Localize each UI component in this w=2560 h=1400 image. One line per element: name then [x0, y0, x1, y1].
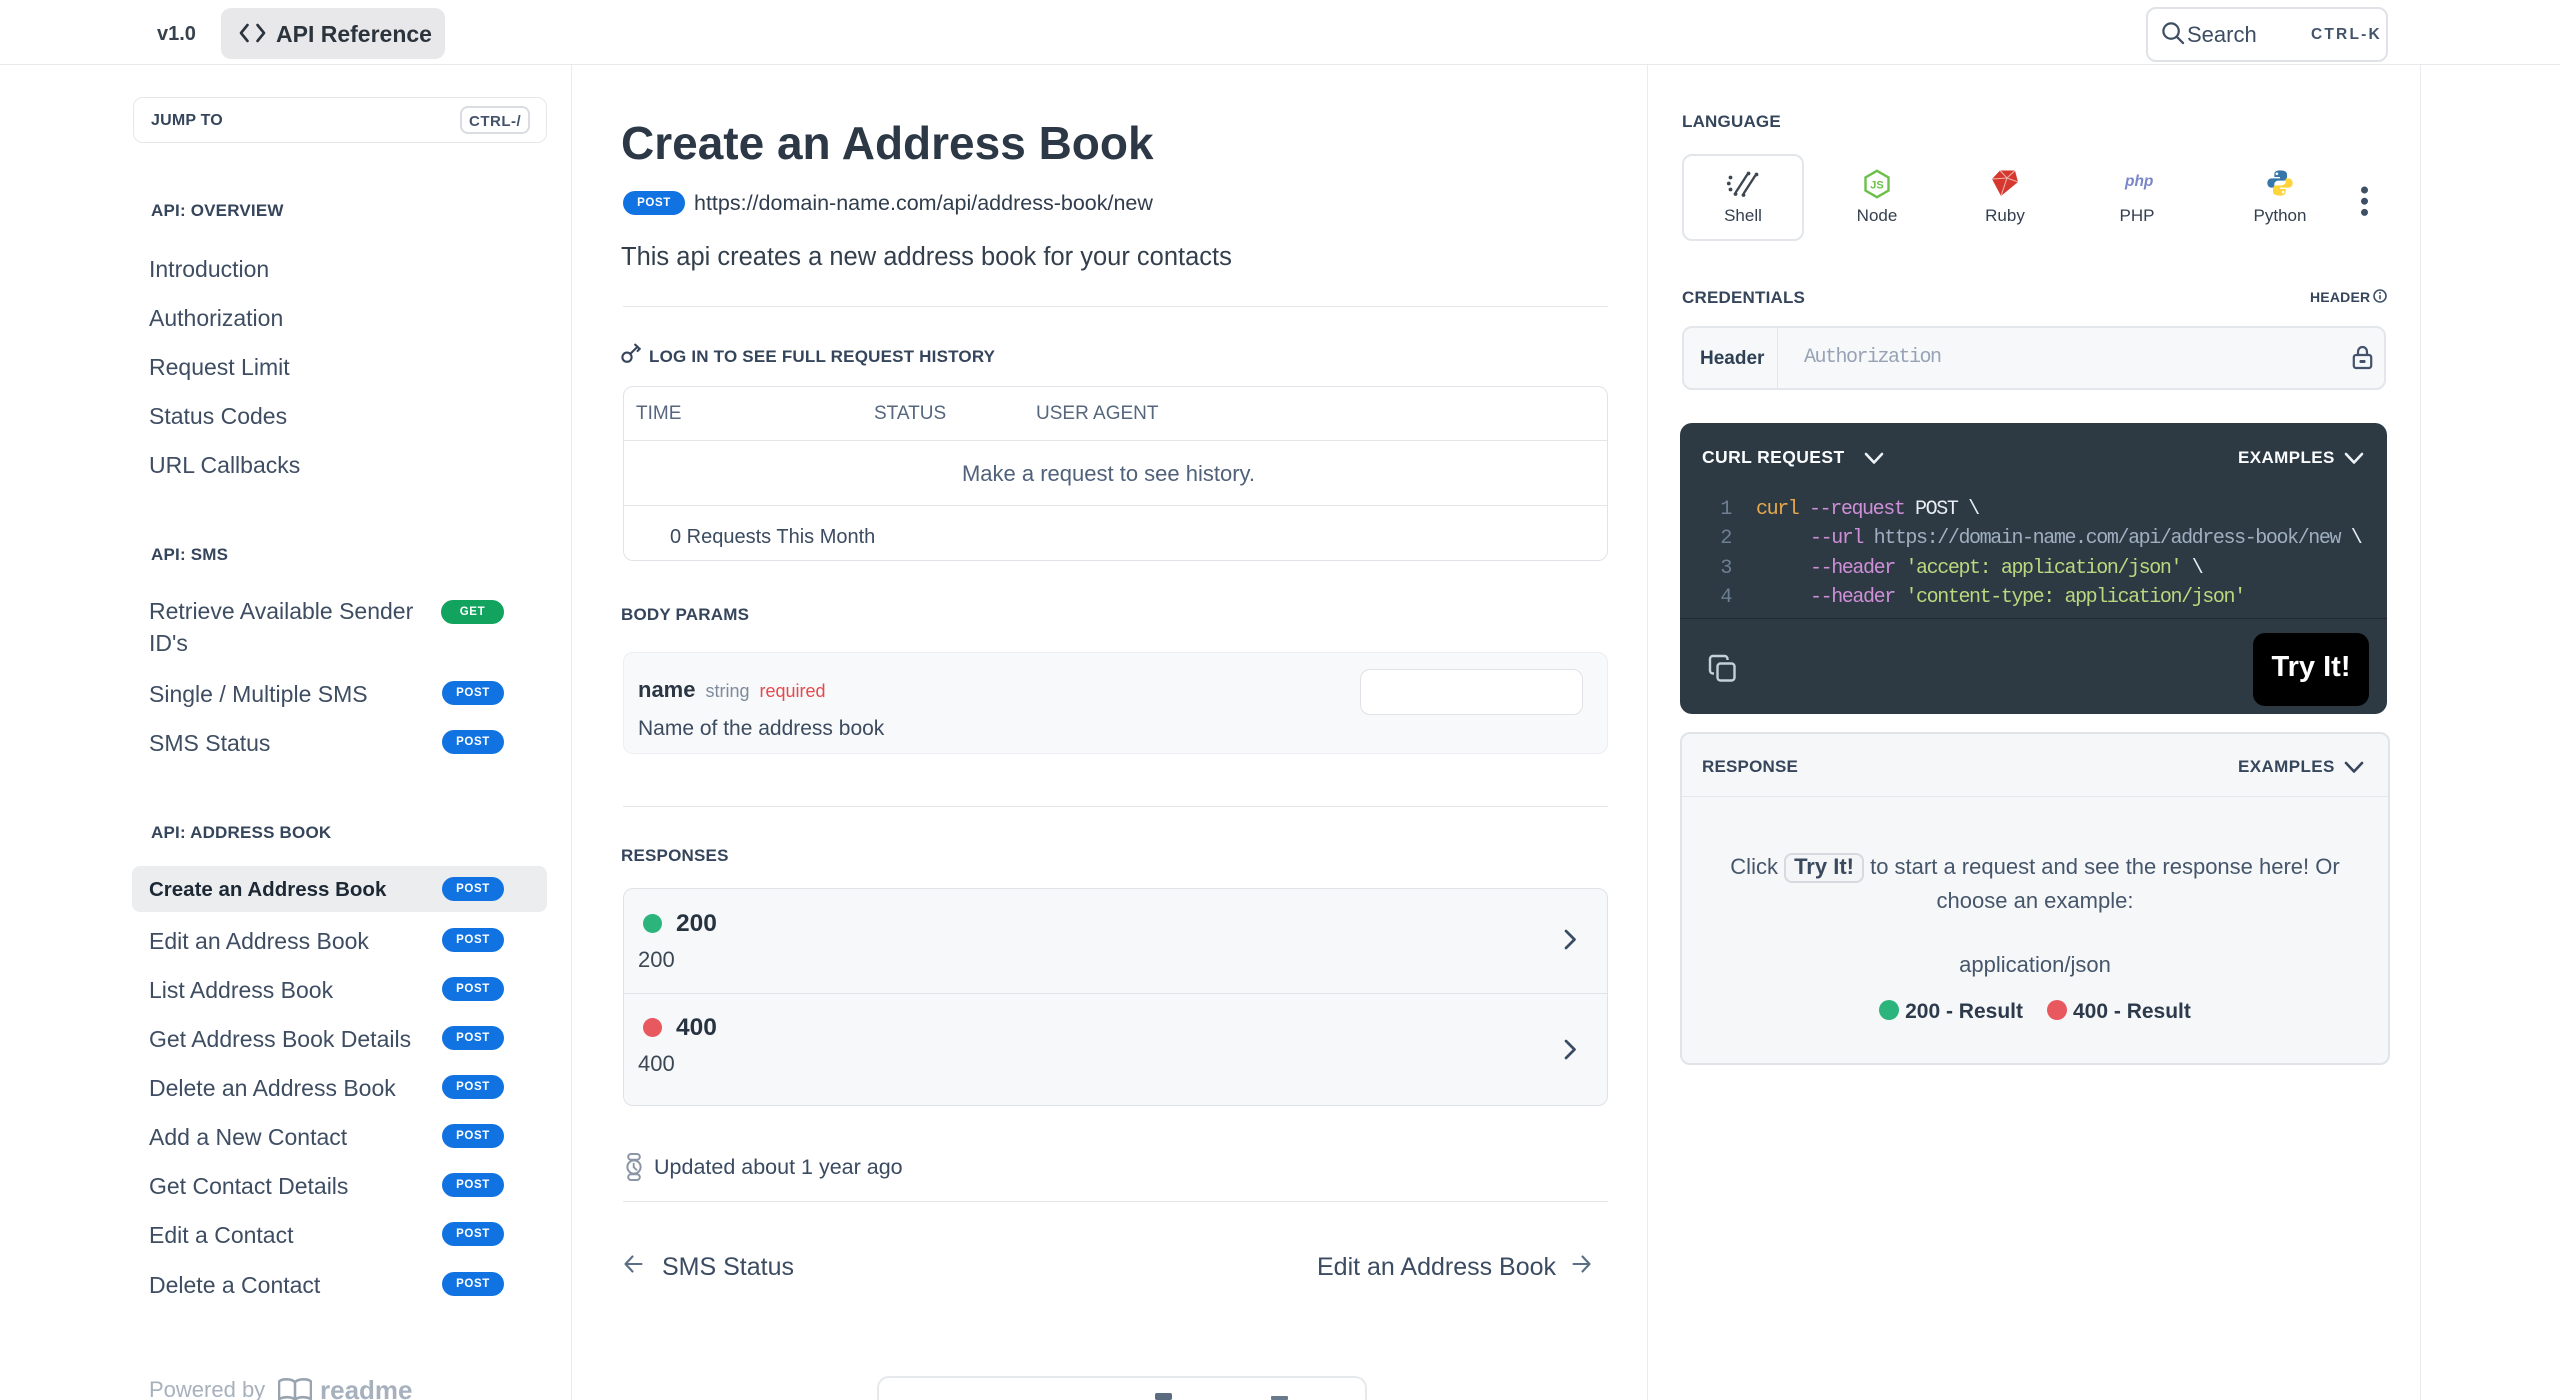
- svg-text:JS: JS: [1870, 180, 1883, 192]
